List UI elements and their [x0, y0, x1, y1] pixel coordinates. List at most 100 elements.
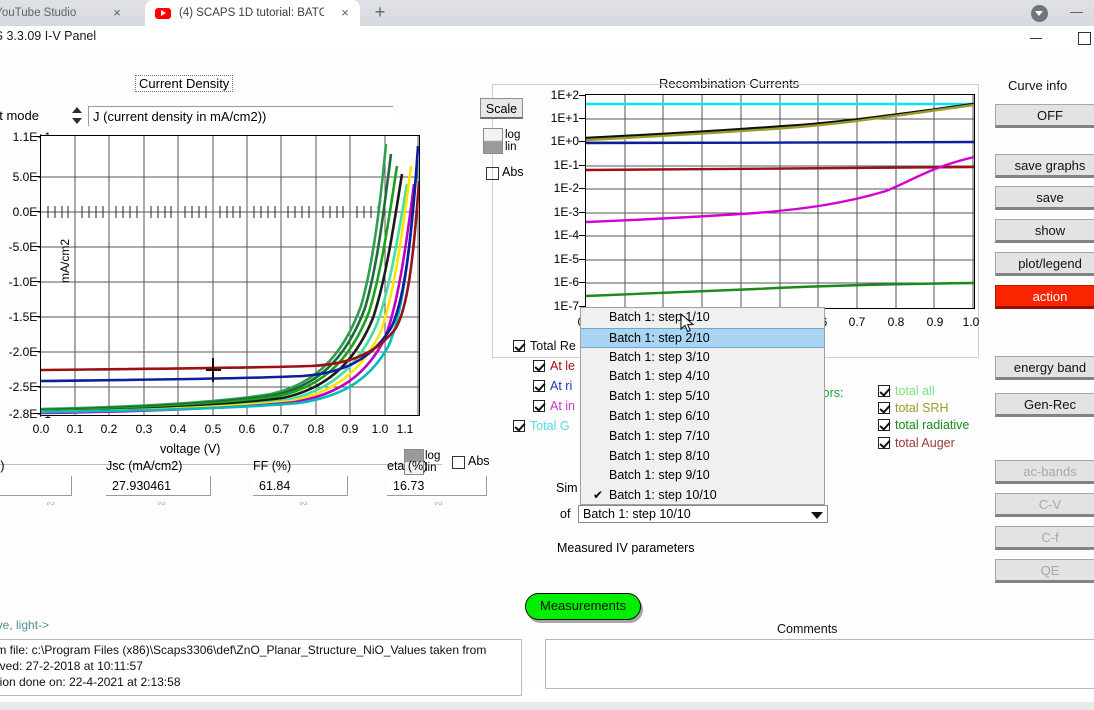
chevron-up-icon[interactable]	[72, 107, 82, 113]
browser-tab-active[interactable]: (4) SCAPS 1D tutorial: BATCH Cal ×	[145, 0, 360, 26]
iv-abs-checkbox[interactable]	[452, 456, 465, 469]
plot-legend-button[interactable]: plot/legend	[995, 252, 1094, 276]
dropdown-option[interactable]: Batch 1: step 7/10	[581, 427, 824, 447]
measurements-button[interactable]: Measurements	[525, 593, 641, 620]
qe-button[interactable]: QE	[995, 559, 1094, 583]
checkbox-box[interactable]	[878, 385, 890, 397]
close-icon[interactable]: ×	[110, 6, 124, 20]
checkbox-box[interactable]	[513, 420, 525, 432]
energy-band-button[interactable]: energy band	[995, 356, 1094, 380]
recomb-x-tick-label: 1.0	[962, 315, 980, 329]
recomb-y-tick-label: 1E-7	[553, 299, 579, 313]
scale-button[interactable]: Scale	[480, 98, 523, 119]
recomb-y-tick-label: 1E-1	[553, 158, 579, 172]
checkbox-at-interfaces[interactable]: At in	[533, 399, 575, 413]
new-tab-icon[interactable]: +	[370, 3, 390, 23]
recomb-lin-label: lin	[505, 141, 517, 153]
recomb-y-tick-label: 1E+2	[550, 88, 579, 102]
chevron-down-icon[interactable]	[811, 512, 823, 519]
eta-field[interactable]: 16.73	[387, 476, 487, 496]
voc-field[interactable]: 87	[0, 476, 72, 496]
save-graphs-button[interactable]: save graphs	[995, 154, 1094, 178]
cv-button[interactable]: C-V	[995, 493, 1094, 517]
curve-info-label: Curve info	[1008, 78, 1068, 93]
iv-x-tick-label: 0.8	[307, 422, 325, 436]
checkbox-box[interactable]	[878, 419, 890, 431]
chevron-down-icon[interactable]	[72, 118, 82, 124]
save-button[interactable]: save	[995, 186, 1094, 210]
checkbox-total-auger[interactable]: total Auger	[878, 436, 955, 450]
checkbox-at-left-contact[interactable]: At le	[533, 359, 575, 373]
current-mode-label: nt mode	[0, 108, 39, 123]
checkbox-total-recombination[interactable]: Total Re	[513, 339, 576, 353]
dropdown-option[interactable]: Batch 1: step 1/10	[581, 308, 824, 328]
voc-swirl-icon: ∾	[46, 498, 56, 510]
off-button[interactable]: OFF	[995, 104, 1094, 128]
iv-x-tick-label: 0.0	[32, 422, 50, 436]
ff-swirl-icon: ∾	[299, 498, 309, 510]
checkbox-total-all[interactable]: total all	[878, 384, 935, 398]
ff-field[interactable]: 61.84	[253, 476, 348, 496]
dropdown-option[interactable]: Batch 1: step 8/10	[581, 447, 824, 467]
dropdown-option[interactable]: Batch 1: step 9/10	[581, 466, 824, 486]
checkbox-box[interactable]	[533, 360, 545, 372]
window-maximize-icon[interactable]	[1078, 32, 1091, 45]
checkbox-at-right-contact[interactable]: At ri	[533, 379, 572, 393]
comments-label: Comments	[777, 622, 838, 636]
dropdown-option[interactable]: Batch 1: step 4/10	[581, 367, 824, 387]
checkbox-box[interactable]	[533, 380, 545, 392]
ac-bands-button[interactable]: ac-bands	[995, 460, 1094, 484]
iv-x-tick-label: 0.7	[272, 422, 290, 436]
window-minimize-icon[interactable]	[1030, 38, 1042, 39]
gen-rec-button[interactable]: Gen-Rec	[995, 393, 1094, 417]
iv-abs-label: Abs	[468, 454, 490, 468]
checkbox-box[interactable]	[513, 340, 525, 352]
iv-x-tick-label: 0.5	[204, 422, 222, 436]
info-line: lem file: c:\Program Files (x86)\Scaps33…	[0, 643, 487, 657]
checkbox-box[interactable]	[878, 402, 890, 414]
checkbox-total-srh[interactable]: total SRH	[878, 401, 949, 415]
jsc-field[interactable]: 27.930461	[106, 476, 211, 496]
light-curve-note: urve, light->	[0, 618, 50, 632]
chevron-down-icon[interactable]	[1031, 5, 1048, 22]
comments-textarea[interactable]	[545, 639, 1094, 689]
recomb-plot-area[interactable]	[585, 94, 975, 309]
iv-log-lin-labels: log lin	[425, 450, 440, 474]
iv-x-tick-label: 0.2	[100, 422, 118, 436]
youtube-icon	[155, 7, 171, 19]
recomb-log-lin-toggle[interactable]	[483, 128, 503, 154]
dropdown-option-label: Batch 1: step 10/10	[609, 488, 717, 503]
checkbox-label: total SRH	[895, 401, 949, 415]
checkbox-box[interactable]	[878, 437, 890, 449]
iv-plot-area[interactable]	[40, 135, 421, 416]
dropdown-option[interactable]: Batch 1: step 5/10	[581, 387, 824, 407]
sim-step-selected-value: Batch 1: step 10/10	[583, 507, 691, 521]
sim-step-combobox[interactable]: Batch 1: step 10/10	[578, 505, 828, 523]
browser-tab-inactive[interactable]: ails - YouTube Studio ×	[0, 0, 160, 26]
jsc-swirl-icon: ∾	[157, 498, 167, 510]
recomb-plot-svg	[585, 95, 975, 308]
dropdown-option-checked[interactable]: ✔ Batch 1: step 10/10	[581, 486, 824, 506]
recomb-y-tick-label: 1E+1	[550, 111, 579, 125]
current-mode-field[interactable]: J (current density in mA/cm2))	[88, 106, 393, 126]
app-title: APS 3.3.09 I-V Panel	[0, 29, 97, 43]
cf-button[interactable]: C-f	[995, 526, 1094, 550]
info-line: saved: 27-2-2018 at 10:11:57	[0, 659, 143, 673]
recomb-y-tick-label: 1E+0	[550, 134, 579, 148]
sim-step-dropdown-list[interactable]: Batch 1: step 1/10 Batch 1: step 2/10 Ba…	[580, 307, 825, 505]
voc-label: V)	[0, 459, 5, 473]
show-button[interactable]: show	[995, 219, 1094, 243]
dropdown-option[interactable]: Batch 1: step 6/10	[581, 407, 824, 427]
dropdown-option[interactable]: Batch 1: step 3/10	[581, 348, 824, 368]
recomb-x-tick-label: 0.7	[848, 315, 866, 329]
checkbox-total-generation[interactable]: Total G	[513, 419, 570, 433]
action-button[interactable]: action	[995, 285, 1094, 309]
checkbox-label: total all	[895, 384, 935, 398]
browser-minimize-icon[interactable]	[1070, 12, 1083, 13]
recomb-abs-checkbox[interactable]	[486, 167, 499, 180]
checkbox-box[interactable]	[533, 400, 545, 412]
current-mode-stepper[interactable]	[70, 106, 85, 125]
dropdown-option-highlighted[interactable]: Batch 1: step 2/10	[581, 327, 824, 348]
checkbox-total-radiative[interactable]: total radiative	[878, 418, 969, 432]
close-icon[interactable]: ×	[338, 6, 352, 20]
